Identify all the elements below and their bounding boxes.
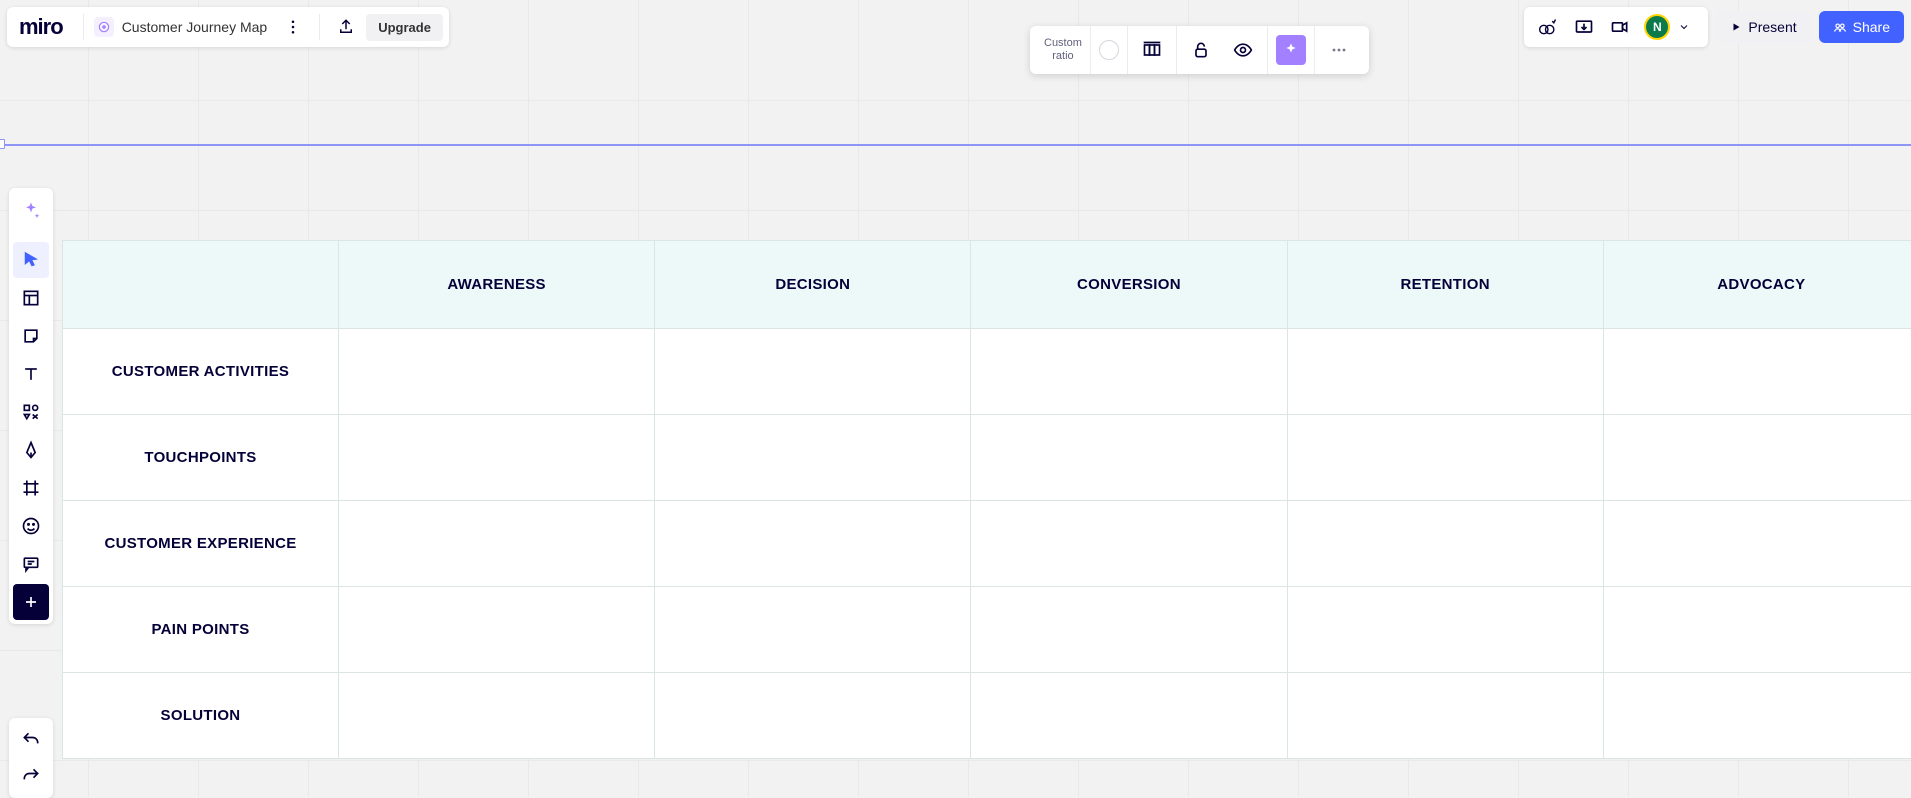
- frame-background-color-swatch[interactable]: [1099, 40, 1119, 60]
- frame-rename-button[interactable]: [1136, 34, 1168, 66]
- table-header-col[interactable]: CONVERSION: [971, 241, 1287, 329]
- board-title[interactable]: Customer Journey Map: [122, 19, 278, 35]
- present-button[interactable]: Present: [1716, 11, 1810, 43]
- table-cell[interactable]: [339, 329, 655, 415]
- table-cell[interactable]: [1287, 501, 1603, 587]
- table-cell[interactable]: [655, 673, 971, 759]
- upgrade-button[interactable]: Upgrade: [366, 14, 443, 41]
- table-cell[interactable]: [1287, 415, 1603, 501]
- divider: [83, 14, 84, 40]
- table-row-header[interactable]: CUSTOMER EXPERIENCE: [63, 501, 339, 587]
- table-cell[interactable]: [971, 673, 1287, 759]
- table-cell[interactable]: [339, 587, 655, 673]
- table-cell[interactable]: [1603, 501, 1911, 587]
- table-cell[interactable]: [655, 587, 971, 673]
- table-cell[interactable]: [971, 415, 1287, 501]
- table-cell[interactable]: [971, 329, 1287, 415]
- journey-map-table[interactable]: AWARENESS DECISION CONVERSION RETENTION …: [62, 240, 1911, 759]
- table-cell[interactable]: [655, 415, 971, 501]
- table-cell[interactable]: [339, 673, 655, 759]
- frame-tool[interactable]: [13, 470, 49, 506]
- frame-toolbar: Custom ratio: [1030, 26, 1369, 74]
- select-tool[interactable]: [13, 242, 49, 278]
- ai-button[interactable]: [1276, 35, 1306, 65]
- pen-tool[interactable]: [13, 432, 49, 468]
- text-tool[interactable]: [13, 356, 49, 392]
- table-cell[interactable]: [339, 501, 655, 587]
- share-button[interactable]: Share: [1819, 11, 1904, 43]
- table-cell[interactable]: [971, 501, 1287, 587]
- miro-logo[interactable]: miro: [19, 14, 73, 40]
- table-cell[interactable]: [1287, 587, 1603, 673]
- topbar-left: miro Customer Journey Map Upgrade: [7, 7, 449, 47]
- templates-tool[interactable]: [13, 280, 49, 316]
- present-screen-button[interactable]: [1568, 11, 1600, 43]
- topbar-right: N Present Share: [1524, 7, 1904, 47]
- user-avatar[interactable]: N: [1644, 14, 1670, 40]
- table-cell[interactable]: [1603, 329, 1911, 415]
- table-cell[interactable]: [1603, 673, 1911, 759]
- collab-reactions-button[interactable]: [1532, 11, 1564, 43]
- present-label: Present: [1748, 19, 1796, 35]
- table-cell[interactable]: [655, 329, 971, 415]
- more-tools-button[interactable]: [13, 584, 49, 620]
- board-icon: [94, 17, 114, 37]
- table-header-col[interactable]: DECISION: [655, 241, 971, 329]
- share-label: Share: [1853, 19, 1890, 35]
- comment-tool[interactable]: [13, 546, 49, 582]
- undo-redo-panel: [9, 718, 53, 798]
- aspect-ratio-label[interactable]: Custom ratio: [1044, 37, 1082, 62]
- shapes-tool[interactable]: [13, 394, 49, 430]
- frame-top-border: [0, 144, 1911, 146]
- hide-frame-button[interactable]: [1227, 34, 1259, 66]
- table-row-header[interactable]: TOUCHPOINTS: [63, 415, 339, 501]
- export-button[interactable]: [330, 11, 362, 43]
- table-row-header[interactable]: CUSTOMER ACTIVITIES: [63, 329, 339, 415]
- table-cell[interactable]: [1603, 415, 1911, 501]
- record-button[interactable]: [1604, 11, 1636, 43]
- table-header-col[interactable]: ADVOCACY: [1603, 241, 1911, 329]
- more-options-button[interactable]: [1323, 34, 1355, 66]
- user-menu-chevron[interactable]: [1672, 11, 1696, 43]
- table-cell[interactable]: [655, 501, 971, 587]
- table-header-empty[interactable]: [63, 241, 339, 329]
- left-toolbar: [9, 188, 53, 624]
- divider: [319, 14, 320, 40]
- table-cell[interactable]: [1603, 587, 1911, 673]
- lock-button[interactable]: [1185, 34, 1217, 66]
- table-cell[interactable]: [971, 587, 1287, 673]
- redo-button[interactable]: [13, 758, 49, 794]
- table-header-col[interactable]: RETENTION: [1287, 241, 1603, 329]
- table-cell[interactable]: [339, 415, 655, 501]
- board-menu-button[interactable]: [277, 11, 309, 43]
- sticky-note-tool[interactable]: [13, 318, 49, 354]
- table-row-header[interactable]: SOLUTION: [63, 673, 339, 759]
- selection-handle-nw[interactable]: [0, 139, 5, 149]
- emoji-tool[interactable]: [13, 508, 49, 544]
- table-header-col[interactable]: AWARENESS: [339, 241, 655, 329]
- undo-button[interactable]: [13, 722, 49, 758]
- ai-tool[interactable]: [13, 192, 49, 228]
- table-cell[interactable]: [1287, 329, 1603, 415]
- table-row-header[interactable]: PAIN POINTS: [63, 587, 339, 673]
- table-cell[interactable]: [1287, 673, 1603, 759]
